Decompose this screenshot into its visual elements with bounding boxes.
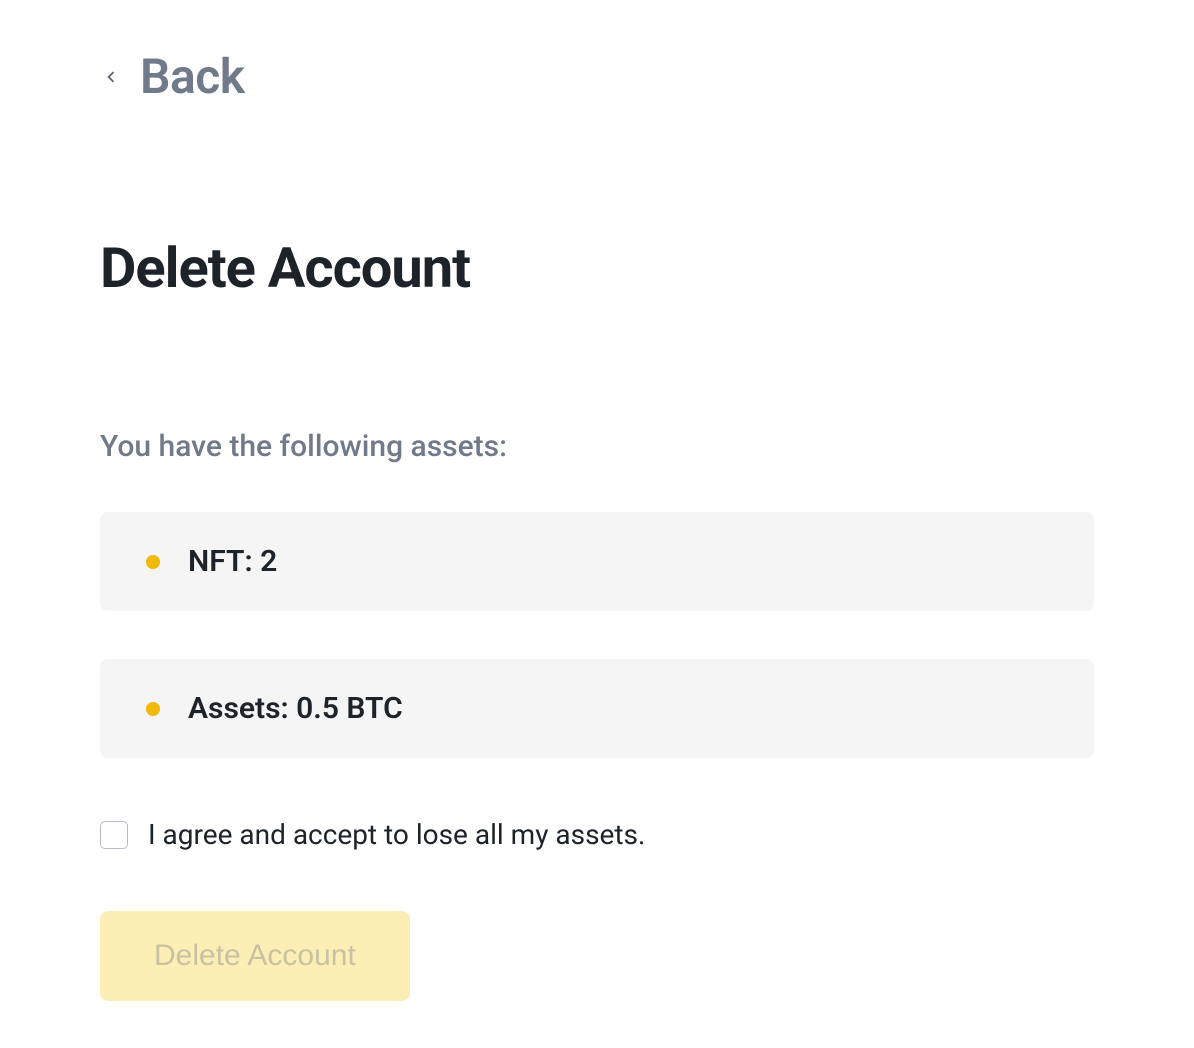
agreement-row: I agree and accept to lose all my assets… bbox=[100, 818, 1094, 851]
bullet-icon bbox=[146, 555, 160, 569]
agreement-label: I agree and accept to lose all my assets… bbox=[148, 818, 645, 851]
asset-item: Assets: 0.5 BTC bbox=[100, 659, 1094, 758]
chevron-left-icon bbox=[100, 59, 122, 95]
asset-text: Assets: 0.5 BTC bbox=[188, 691, 403, 726]
asset-item: NFT: 2 bbox=[100, 512, 1094, 611]
back-label: Back bbox=[140, 48, 245, 105]
agreement-checkbox[interactable] bbox=[100, 821, 128, 849]
back-link[interactable]: Back bbox=[100, 48, 245, 105]
bullet-icon bbox=[146, 702, 160, 716]
page-title: Delete Account bbox=[100, 235, 1094, 301]
delete-account-button[interactable]: Delete Account bbox=[100, 911, 410, 1001]
assets-label: You have the following assets: bbox=[100, 429, 1094, 464]
asset-text: NFT: 2 bbox=[188, 544, 277, 579]
